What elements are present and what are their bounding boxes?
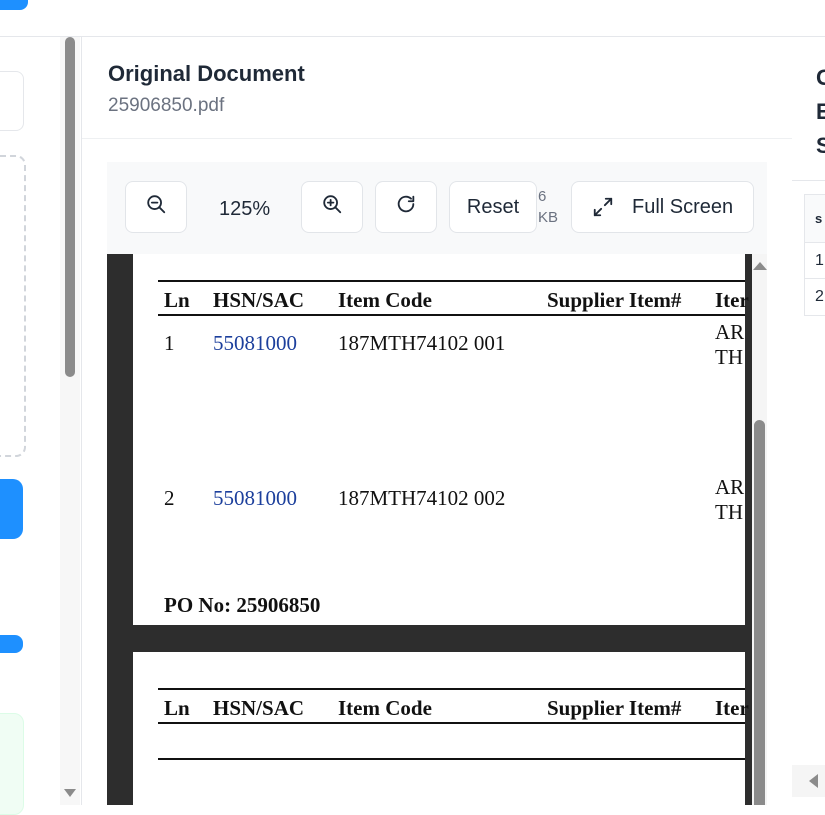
right-panel-title-line3: S (816, 133, 825, 158)
row2-ln: 2 (164, 486, 175, 510)
top-bar (0, 0, 825, 37)
zoom-level: 125% (219, 198, 271, 220)
top-action-button[interactable] (0, 0, 28, 10)
file-size: 6 KB (538, 186, 558, 228)
reset-button[interactable]: Reset (449, 181, 537, 233)
col-header-item-code: Item Code (338, 696, 432, 720)
zoom-out-icon (145, 193, 167, 221)
expand-icon (592, 196, 614, 218)
secondary-button[interactable] (0, 635, 23, 653)
table-top-rule (158, 688, 745, 690)
row1-item-code: 187MTH74102 001 (338, 331, 506, 355)
pdf-viewer: 125% Reset 6 KB Full Screen Ln HSN/SAC I… (107, 162, 767, 805)
right-panel-title-line1: G (816, 65, 825, 90)
document-panel: Original Document 25906850.pdf 125% Rese… (81, 37, 793, 805)
table-header-rule (158, 722, 745, 724)
row1-ln: 1 (164, 331, 175, 355)
row1-hsn[interactable]: 55081000 (213, 331, 297, 356)
divider (792, 180, 825, 181)
page-title: Original Document (108, 61, 305, 86)
row2-hsn[interactable]: 55081000 (213, 486, 297, 511)
table-header-rule (158, 314, 745, 316)
rotate-icon (395, 193, 417, 221)
col-header-ln: Ln (164, 288, 190, 312)
zoom-out-button[interactable] (125, 181, 187, 233)
row2-desc-line1: AR (715, 475, 745, 499)
table-row[interactable]: 2 (805, 279, 825, 315)
left-scrollbar[interactable] (60, 37, 80, 805)
col-header-hsn: HSN/SAC (213, 696, 305, 720)
rotate-button[interactable] (375, 181, 437, 233)
full-screen-button[interactable]: Full Screen (571, 181, 754, 233)
scroll-down-arrow-icon[interactable] (64, 789, 76, 797)
col-header-item: Iter (715, 288, 749, 312)
pdf-scrollbar[interactable] (752, 254, 767, 805)
col-header-hsn: HSN/SAC (213, 288, 305, 312)
full-screen-label: Full Screen (632, 195, 734, 218)
table-header-cell: s (805, 195, 825, 243)
row2-desc-line2: TH (715, 500, 743, 524)
scroll-left-arrow-icon[interactable] (809, 774, 818, 788)
col-header-ln: Ln (164, 696, 190, 720)
pdf-page: Ln HSN/SAC Item Code Supplier Item# Iter (133, 652, 749, 805)
document-header: Original Document 25906850.pdf (82, 37, 792, 139)
drop-zone[interactable] (0, 155, 26, 457)
zoom-in-button[interactable] (301, 181, 363, 233)
pdf-scrollbar-thumb[interactable] (754, 420, 765, 805)
right-panel-title-line2: E (816, 99, 825, 124)
zoom-in-icon (321, 193, 343, 221)
left-scrollbar-thumb[interactable] (65, 37, 75, 377)
right-panel: G E S s 1 2 (792, 37, 825, 805)
row2-item-code: 187MTH74102 002 (338, 486, 506, 510)
table-row-rule (158, 758, 745, 760)
pdf-canvas[interactable]: Ln HSN/SAC Item Code Supplier Item# Iter… (107, 254, 753, 805)
row1-desc-line1: AR (715, 320, 745, 344)
viewer-toolbar: 125% Reset 6 KB Full Screen (107, 162, 767, 254)
file-size-value: 6 KB (538, 188, 559, 226)
primary-button[interactable] (0, 479, 23, 539)
data-table: s 1 2 (804, 194, 825, 316)
left-panel (0, 37, 60, 815)
upload-card[interactable] (0, 71, 24, 131)
row1-desc-line2: TH (715, 345, 743, 369)
table-row[interactable]: 1 (805, 243, 825, 279)
po-number: PO No: 25906850 (164, 593, 321, 617)
success-panel (0, 713, 24, 815)
document-filename: 25906850.pdf (108, 95, 225, 116)
col-header-supplier-item: Supplier Item# (547, 696, 682, 720)
col-header-supplier-item: Supplier Item# (547, 288, 682, 312)
pdf-page: Ln HSN/SAC Item Code Supplier Item# Iter… (133, 254, 749, 625)
col-header-item-code: Item Code (338, 288, 432, 312)
table-top-rule (158, 280, 745, 282)
col-header-item: Iter (715, 696, 749, 720)
scroll-up-arrow-icon[interactable] (753, 262, 767, 270)
